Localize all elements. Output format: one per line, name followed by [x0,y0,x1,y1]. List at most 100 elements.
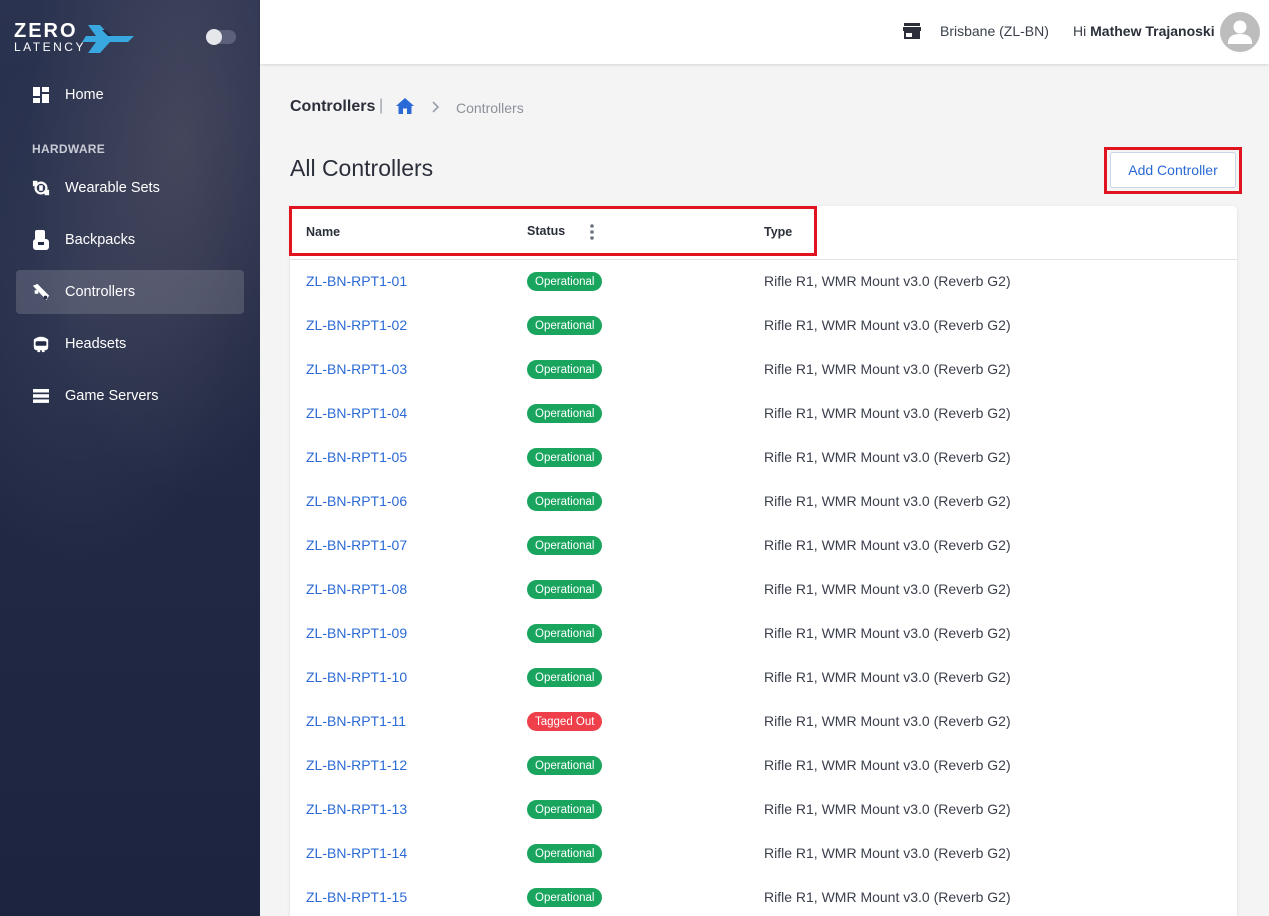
home-icon[interactable] [395,97,415,115]
controller-type: Rifle R1, WMR Mount v3.0 (Reverb G2) [764,889,1011,905]
table-row: ZL-BN-RPT1-06 Operational Rifle R1, WMR Mo… [290,480,1237,524]
controller-name-link[interactable]: ZL-BN-RPT1-13 [306,801,407,817]
sidebar-item-controllers[interactable]: Controllers [16,270,244,314]
table-row: ZL-BN-RPT1-03 Operational Rifle R1, WMR Mo… [290,348,1237,392]
sidebar: ZERO LATENCY Home HARDWARE Wearable Sets… [0,0,260,916]
backpack-icon [32,230,50,250]
highlight-frame-header [289,206,817,256]
controller-type: Rifle R1, WMR Mount v3.0 (Reverb G2) [764,361,1011,377]
controller-type: Rifle R1, WMR Mount v3.0 (Reverb G2) [764,405,1011,421]
table-row: ZL-BN-RPT1-01 Operational Rifle R1, WMR Mo… [290,260,1237,304]
sidebar-item-wearable-sets[interactable]: Wearable Sets [16,166,244,210]
theme-toggle[interactable] [206,29,236,45]
top-bar: Brisbane (ZL-BN) Hi Mathew Trajanoski [260,0,1269,64]
controller-type: Rifle R1, WMR Mount v3.0 (Reverb G2) [764,317,1011,333]
controller-type: Rifle R1, WMR Mount v3.0 (Reverb G2) [764,493,1011,509]
person-icon [1228,20,1252,44]
controller-type: Rifle R1, WMR Mount v3.0 (Reverb G2) [764,449,1011,465]
table-row: ZL-BN-RPT1-12 Operational Rifle R1, WMR Mo… [290,744,1237,788]
controller-name-link[interactable]: ZL-BN-RPT1-09 [306,625,407,641]
sidebar-item-game-servers[interactable]: Game Servers [16,374,244,418]
sidebar-item-label: Backpacks [65,232,136,248]
sidebar-item-label: Home [65,87,104,103]
controller-icon [32,283,50,301]
status-badge: Operational [527,844,603,863]
controller-name-link[interactable]: ZL-BN-RPT1-15 [306,889,407,905]
controller-name-link[interactable]: ZL-BN-RPT1-07 [306,537,407,553]
sidebar-item-backpacks[interactable]: Backpacks [16,218,244,262]
controller-type: Rifle R1, WMR Mount v3.0 (Reverb G2) [764,669,1011,685]
breadcrumb-separator: | [379,97,384,114]
table-row: ZL-BN-RPT1-07 Operational Rifle R1, WMR Mo… [290,524,1237,568]
wearable-icon [32,179,50,197]
logo-wing-icon [82,25,134,53]
breadcrumb-title: Controllers [290,98,376,115]
controller-name-link[interactable]: ZL-BN-RPT1-14 [306,845,407,861]
controller-type: Rifle R1, WMR Mount v3.0 (Reverb G2) [764,273,1011,289]
status-badge: Operational [527,580,603,599]
sidebar-item-home[interactable]: Home [16,73,244,117]
table-row: ZL-BN-RPT1-11 Tagged Out Rifle R1, WMR Mou… [290,700,1237,744]
status-badge: Operational [527,624,603,643]
controller-type: Rifle R1, WMR Mount v3.0 (Reverb G2) [764,581,1011,597]
chevron-right-icon [432,101,440,113]
logo-text-latency: LATENCY [14,40,86,54]
headset-icon [32,335,50,353]
add-controller-button[interactable]: Add Controller [1110,152,1236,188]
table-row: ZL-BN-RPT1-02 Operational Rifle R1, WMR Mo… [290,304,1237,348]
sidebar-item-headsets[interactable]: Headsets [16,322,244,366]
status-badge: Operational [527,756,603,775]
controllers-table: Name Status Type ZL-BN-RPT1-01 Operationa… [290,206,1237,916]
controller-type: Rifle R1, WMR Mount v3.0 (Reverb G2) [764,537,1011,553]
controller-name-link[interactable]: ZL-BN-RPT1-04 [306,405,407,421]
site-selector[interactable]: Brisbane (ZL-BN) [940,23,1049,39]
toggle-knob [206,29,222,45]
sidebar-item-label: Game Servers [65,388,159,404]
status-badge: Operational [527,360,603,379]
avatar[interactable] [1220,12,1260,52]
status-badge: Operational [527,448,603,467]
zero-latency-logo[interactable]: ZERO LATENCY [14,20,144,56]
controller-type: Rifle R1, WMR Mount v3.0 (Reverb G2) [764,845,1011,861]
dashboard-icon [32,86,50,104]
status-badge: Operational [527,272,603,291]
controller-name-link[interactable]: ZL-BN-RPT1-06 [306,493,407,509]
sidebar-item-label: Wearable Sets [65,180,160,196]
controller-name-link[interactable]: ZL-BN-RPT1-02 [306,317,407,333]
controller-name-link[interactable]: ZL-BN-RPT1-10 [306,669,407,685]
controller-name-link[interactable]: ZL-BN-RPT1-11 [306,713,406,729]
table-row: ZL-BN-RPT1-09 Operational Rifle R1, WMR Mo… [290,612,1237,656]
user-greeting: Hi Mathew Trajanoski [1073,23,1215,39]
table-row: ZL-BN-RPT1-13 Operational Rifle R1, WMR Mo… [290,788,1237,832]
breadcrumb-current: Controllers [456,100,524,116]
status-badge: Operational [527,316,603,335]
status-badge: Operational [527,404,603,423]
sidebar-item-label: Headsets [65,336,127,352]
table-row: ZL-BN-RPT1-14 Operational Rifle R1, WMR Mo… [290,832,1237,876]
controller-name-link[interactable]: ZL-BN-RPT1-12 [306,757,407,773]
table-row: ZL-BN-RPT1-04 Operational Rifle R1, WMR Mo… [290,392,1237,436]
page-title: All Controllers [290,155,434,181]
user-name: Mathew Trajanoski [1090,23,1215,39]
server-icon [32,387,50,405]
controller-name-link[interactable]: ZL-BN-RPT1-03 [306,361,407,377]
sidebar-item-label: Controllers [65,284,136,300]
status-badge: Operational [527,888,603,907]
table-row: ZL-BN-RPT1-05 Operational Rifle R1, WMR Mo… [290,436,1237,480]
controller-type: Rifle R1, WMR Mount v3.0 (Reverb G2) [764,713,1011,729]
sidebar-section-hardware: HARDWARE [32,142,106,156]
controller-name-link[interactable]: ZL-BN-RPT1-08 [306,581,407,597]
controller-type: Rifle R1, WMR Mount v3.0 (Reverb G2) [764,625,1011,641]
store-icon[interactable] [903,22,921,40]
controller-name-link[interactable]: ZL-BN-RPT1-01 [306,273,407,289]
table-row: ZL-BN-RPT1-10 Operational Rifle R1, WMR Mo… [290,656,1237,700]
greeting-prefix: Hi [1073,23,1087,39]
controller-type: Rifle R1, WMR Mount v3.0 (Reverb G2) [764,757,1011,773]
status-badge: Operational [527,800,603,819]
status-badge: Operational [527,668,603,687]
controller-name-link[interactable]: ZL-BN-RPT1-05 [306,449,407,465]
status-badge: Operational [527,492,603,511]
table-row: ZL-BN-RPT1-15 Operational Rifle R1, WMR Mo… [290,876,1237,916]
status-badge: Operational [527,536,603,555]
controller-type: Rifle R1, WMR Mount v3.0 (Reverb G2) [764,801,1011,817]
